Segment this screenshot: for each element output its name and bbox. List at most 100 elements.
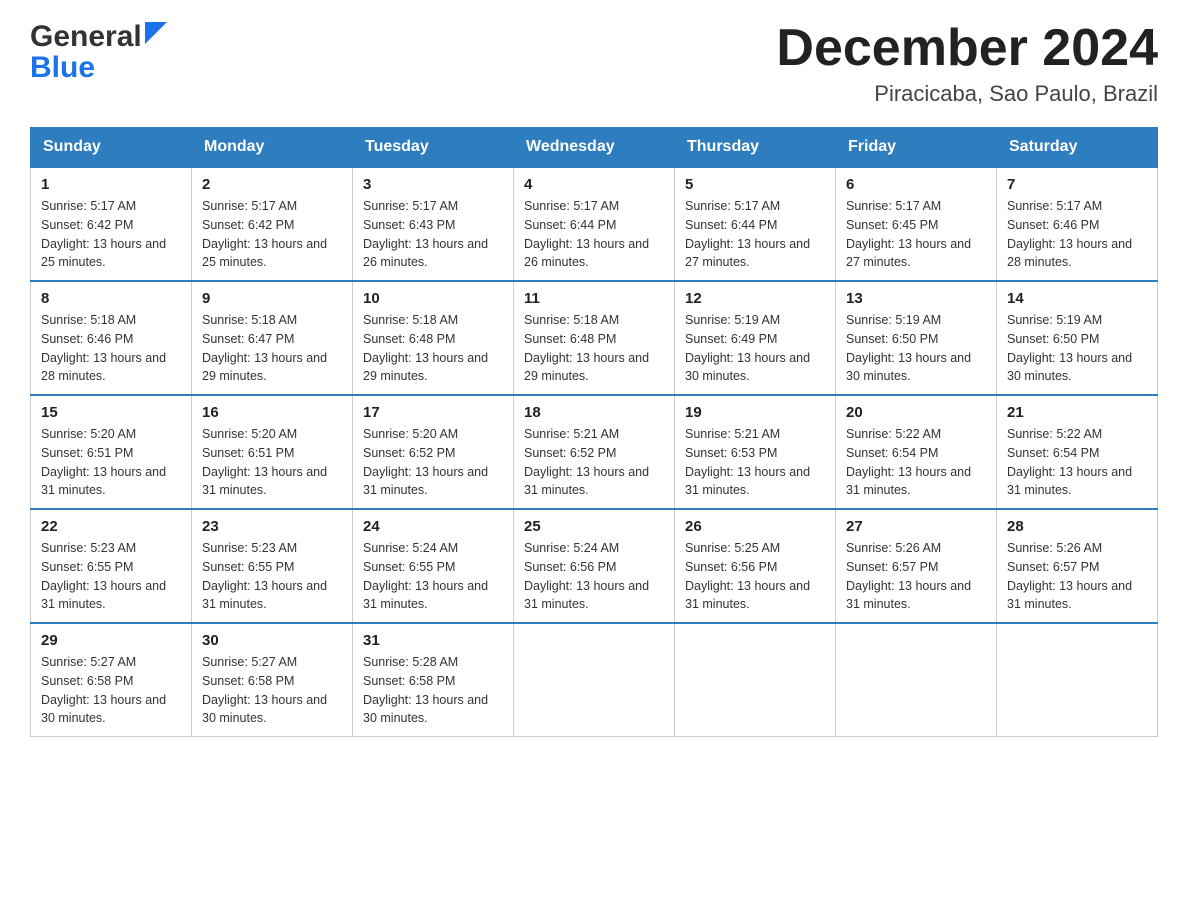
day-number: 18: [524, 404, 664, 421]
column-header-thursday: Thursday: [675, 128, 836, 168]
day-number: 5: [685, 176, 825, 193]
day-number: 25: [524, 518, 664, 535]
calendar-cell: [836, 623, 997, 737]
title-section: December 2024 Piracicaba, Sao Paulo, Bra…: [776, 20, 1158, 107]
day-info: Sunrise: 5:20 AMSunset: 6:51 PMDaylight:…: [41, 425, 181, 500]
calendar-cell: 20Sunrise: 5:22 AMSunset: 6:54 PMDayligh…: [836, 395, 997, 509]
calendar-cell: [675, 623, 836, 737]
day-number: 17: [363, 404, 503, 421]
day-number: 9: [202, 290, 342, 307]
calendar-cell: 9 Sunrise: 5:18 AMSunset: 6:47 PMDaylight…: [192, 281, 353, 395]
calendar-cell: [997, 623, 1158, 737]
day-info: Sunrise: 5:17 AMSunset: 6:45 PMDaylight:…: [846, 197, 986, 272]
calendar-cell: 21 Sunrise: 5:22 AMSunset: 6:54 PMDayligh…: [997, 395, 1158, 509]
day-info: Sunrise: 5:21 AMSunset: 6:52 PMDaylight:…: [524, 425, 664, 500]
day-info: Sunrise: 5:17 AMSunset: 6:43 PMDaylight:…: [363, 197, 503, 272]
day-number: 24: [363, 518, 503, 535]
calendar-cell: 18 Sunrise: 5:21 AMSunset: 6:52 PMDayligh…: [514, 395, 675, 509]
calendar-table: SundayMondayTuesdayWednesdayThursdayFrid…: [30, 127, 1158, 737]
day-number: 10: [363, 290, 503, 307]
day-info: Sunrise: 5:22 AMSunset: 6:54 PMDaylight:…: [1007, 425, 1147, 500]
calendar-cell: 2 Sunrise: 5:17 AMSunset: 6:42 PMDaylight…: [192, 167, 353, 281]
page-header: General Blue December 2024 Piracicaba, S…: [30, 20, 1158, 107]
day-info: Sunrise: 5:19 AMSunset: 6:50 PMDaylight:…: [1007, 311, 1147, 386]
day-number: 29: [41, 632, 181, 649]
day-number: 7: [1007, 176, 1147, 193]
day-info: Sunrise: 5:24 AMSunset: 6:56 PMDaylight:…: [524, 539, 664, 614]
calendar-cell: 25 Sunrise: 5:24 AMSunset: 6:56 PMDayligh…: [514, 509, 675, 623]
day-number: 30: [202, 632, 342, 649]
day-info: Sunrise: 5:26 AMSunset: 6:57 PMDaylight:…: [846, 539, 986, 614]
column-header-saturday: Saturday: [997, 128, 1158, 168]
day-number: 28: [1007, 518, 1147, 535]
day-number: 22: [41, 518, 181, 535]
day-info: Sunrise: 5:19 AMSunset: 6:49 PMDaylight:…: [685, 311, 825, 386]
day-info: Sunrise: 5:17 AMSunset: 6:44 PMDaylight:…: [524, 197, 664, 272]
day-info: Sunrise: 5:17 AMSunset: 6:42 PMDaylight:…: [202, 197, 342, 272]
day-number: 4: [524, 176, 664, 193]
day-info: Sunrise: 5:23 AMSunset: 6:55 PMDaylight:…: [202, 539, 342, 614]
day-info: Sunrise: 5:18 AMSunset: 6:48 PMDaylight:…: [363, 311, 503, 386]
calendar-cell: 3 Sunrise: 5:17 AMSunset: 6:43 PMDaylight…: [353, 167, 514, 281]
logo-triangle-icon: [145, 22, 167, 44]
day-info: Sunrise: 5:20 AMSunset: 6:52 PMDaylight:…: [363, 425, 503, 500]
day-info: Sunrise: 5:20 AMSunset: 6:51 PMDaylight:…: [202, 425, 342, 500]
calendar-header: SundayMondayTuesdayWednesdayThursdayFrid…: [31, 128, 1158, 168]
day-number: 12: [685, 290, 825, 307]
day-number: 2: [202, 176, 342, 193]
day-info: Sunrise: 5:18 AMSunset: 6:47 PMDaylight:…: [202, 311, 342, 386]
column-header-monday: Monday: [192, 128, 353, 168]
calendar-cell: 26 Sunrise: 5:25 AMSunset: 6:56 PMDayligh…: [675, 509, 836, 623]
day-number: 26: [685, 518, 825, 535]
calendar-cell: 11 Sunrise: 5:18 AMSunset: 6:48 PMDayligh…: [514, 281, 675, 395]
calendar-cell: 24Sunrise: 5:24 AMSunset: 6:55 PMDayligh…: [353, 509, 514, 623]
calendar-cell: 28Sunrise: 5:26 AMSunset: 6:57 PMDayligh…: [997, 509, 1158, 623]
calendar-cell: 30 Sunrise: 5:27 AMSunset: 6:58 PMDayligh…: [192, 623, 353, 737]
day-info: Sunrise: 5:23 AMSunset: 6:55 PMDaylight:…: [41, 539, 181, 614]
calendar-cell: 4 Sunrise: 5:17 AMSunset: 6:44 PMDaylight…: [514, 167, 675, 281]
calendar-subtitle: Piracicaba, Sao Paulo, Brazil: [776, 81, 1158, 107]
day-number: 19: [685, 404, 825, 421]
day-number: 23: [202, 518, 342, 535]
calendar-cell: 8Sunrise: 5:18 AMSunset: 6:46 PMDaylight…: [31, 281, 192, 395]
day-number: 11: [524, 290, 664, 307]
calendar-cell: 15 Sunrise: 5:20 AMSunset: 6:51 PMDayligh…: [31, 395, 192, 509]
calendar-week-5: 29 Sunrise: 5:27 AMSunset: 6:58 PMDayligh…: [31, 623, 1158, 737]
calendar-cell: 7 Sunrise: 5:17 AMSunset: 6:46 PMDaylight…: [997, 167, 1158, 281]
column-header-friday: Friday: [836, 128, 997, 168]
calendar-cell: 5 Sunrise: 5:17 AMSunset: 6:44 PMDaylight…: [675, 167, 836, 281]
calendar-cell: 23 Sunrise: 5:23 AMSunset: 6:55 PMDayligh…: [192, 509, 353, 623]
day-info: Sunrise: 5:28 AMSunset: 6:58 PMDaylight:…: [363, 653, 503, 728]
calendar-week-2: 8Sunrise: 5:18 AMSunset: 6:46 PMDaylight…: [31, 281, 1158, 395]
calendar-cell: 12 Sunrise: 5:19 AMSunset: 6:49 PMDayligh…: [675, 281, 836, 395]
day-info: Sunrise: 5:17 AMSunset: 6:44 PMDaylight:…: [685, 197, 825, 272]
day-info: Sunrise: 5:27 AMSunset: 6:58 PMDaylight:…: [202, 653, 342, 728]
calendar-week-3: 15 Sunrise: 5:20 AMSunset: 6:51 PMDayligh…: [31, 395, 1158, 509]
calendar-cell: 14 Sunrise: 5:19 AMSunset: 6:50 PMDayligh…: [997, 281, 1158, 395]
calendar-week-4: 22 Sunrise: 5:23 AMSunset: 6:55 PMDayligh…: [31, 509, 1158, 623]
calendar-cell: 29 Sunrise: 5:27 AMSunset: 6:58 PMDayligh…: [31, 623, 192, 737]
day-info: Sunrise: 5:17 AMSunset: 6:42 PMDaylight:…: [41, 197, 181, 272]
day-info: Sunrise: 5:22 AMSunset: 6:54 PMDaylight:…: [846, 425, 986, 500]
day-number: 3: [363, 176, 503, 193]
logo-text-general: General: [30, 20, 142, 54]
day-number: 15: [41, 404, 181, 421]
day-number: 8: [41, 290, 181, 307]
column-header-tuesday: Tuesday: [353, 128, 514, 168]
day-info: Sunrise: 5:19 AMSunset: 6:50 PMDaylight:…: [846, 311, 986, 386]
calendar-body: 1 Sunrise: 5:17 AMSunset: 6:42 PMDaylight…: [31, 167, 1158, 737]
calendar-cell: [514, 623, 675, 737]
calendar-cell: 17 Sunrise: 5:20 AMSunset: 6:52 PMDayligh…: [353, 395, 514, 509]
day-number: 1: [41, 176, 181, 193]
day-info: Sunrise: 5:17 AMSunset: 6:46 PMDaylight:…: [1007, 197, 1147, 272]
day-number: 14: [1007, 290, 1147, 307]
day-info: Sunrise: 5:27 AMSunset: 6:58 PMDaylight:…: [41, 653, 181, 728]
logo-text-blue: Blue: [30, 54, 95, 81]
day-number: 21: [1007, 404, 1147, 421]
column-header-sunday: Sunday: [31, 128, 192, 168]
day-info: Sunrise: 5:18 AMSunset: 6:48 PMDaylight:…: [524, 311, 664, 386]
day-info: Sunrise: 5:21 AMSunset: 6:53 PMDaylight:…: [685, 425, 825, 500]
calendar-cell: 19 Sunrise: 5:21 AMSunset: 6:53 PMDayligh…: [675, 395, 836, 509]
day-number: 31: [363, 632, 503, 649]
day-info: Sunrise: 5:25 AMSunset: 6:56 PMDaylight:…: [685, 539, 825, 614]
